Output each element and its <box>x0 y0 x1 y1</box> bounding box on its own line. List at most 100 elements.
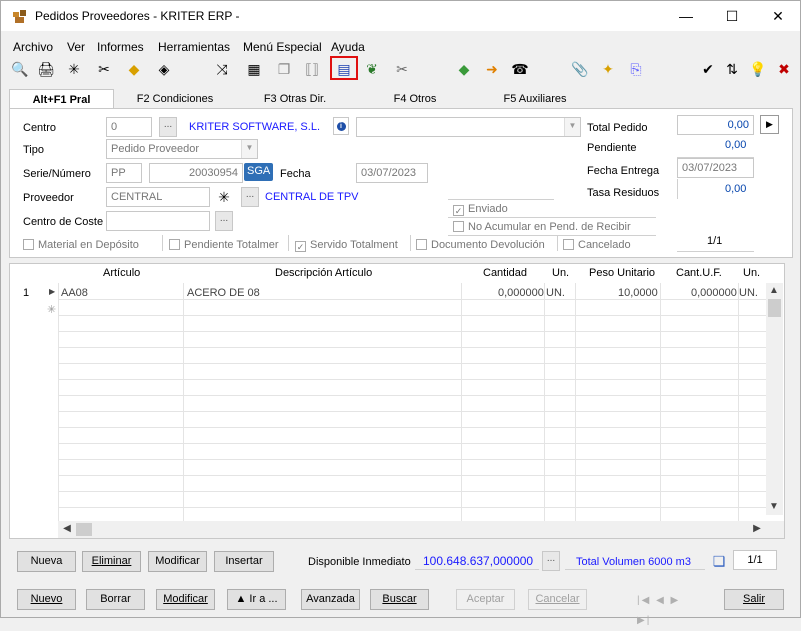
attachment-icon[interactable]: ⎘ <box>627 60 645 78</box>
horizontal-scroll-thumb[interactable] <box>76 523 92 536</box>
material-deposito-checkbox[interactable]: Material en Depósito <box>23 239 139 251</box>
cell-un[interactable]: UN. <box>546 287 565 299</box>
scroll-up-icon[interactable]: ▲ <box>767 285 781 296</box>
menu-ver[interactable]: Ver <box>67 40 85 54</box>
print-icon[interactable]: 🖨 <box>37 60 55 78</box>
maximize-button[interactable]: ☐ <box>709 1 755 31</box>
stars-icon[interactable]: ✦ <box>599 60 617 78</box>
menu-herramientas[interactable]: Herramientas <box>158 40 230 54</box>
no-acumular-checkbox[interactable]: No Acumular en Pend. de Recibir <box>453 221 631 233</box>
nuevo-button[interactable]: Nuevo <box>17 589 76 610</box>
phone-icon[interactable]: ☎ <box>511 60 529 78</box>
warning-diamond-icon[interactable]: ◆ <box>125 60 143 78</box>
order-lines-grid[interactable] <box>9 263 785 539</box>
menu-ayuda[interactable]: Ayuda <box>331 40 365 54</box>
col-header-articulo[interactable]: Artículo <box>103 267 140 279</box>
cell-cantidad[interactable]: 0,000000 <box>498 287 544 299</box>
leaf-icon[interactable]: ❦ <box>363 60 381 78</box>
nueva-linea-button[interactable]: Nueva <box>17 551 76 572</box>
tipo-select[interactable]: Pedido Proveedor <box>106 139 258 159</box>
eliminar-linea-button[interactable]: Eliminar <box>82 551 141 572</box>
arrow-right-icon[interactable]: ➜ <box>483 60 501 78</box>
sort-icon[interactable]: ⇅ <box>723 60 741 78</box>
serie-field[interactable]: PP <box>106 163 142 183</box>
cancelado-checkbox[interactable]: Cancelado <box>563 239 631 251</box>
tab-otras-dir[interactable]: F3 Otras Dir. <box>235 89 355 109</box>
checkmark-icon[interactable]: ✔ <box>699 60 717 78</box>
asterisk-search-icon[interactable]: ✳ <box>215 188 233 206</box>
tag-icon[interactable]: ◈ <box>155 60 173 78</box>
menu-informes[interactable]: Informes <box>97 40 144 54</box>
col-header-un[interactable]: Un. <box>552 267 569 279</box>
servido-totalment-checkbox[interactable]: ✓ Servido Totalment <box>295 239 398 252</box>
proveedor-field[interactable]: CENTRAL <box>106 187 210 207</box>
close-button[interactable]: ✕ <box>755 1 801 31</box>
col-header-peso[interactable]: Peso Unitario <box>589 267 655 279</box>
fecha-field[interactable]: 03/07/2023 <box>356 163 428 183</box>
pendiente-totalmer-checkbox[interactable]: Pendiente Totalmer <box>169 239 279 251</box>
paperclip-icon[interactable]: 📎 <box>571 60 589 78</box>
cancelar-button[interactable]: Cancelar <box>528 589 587 610</box>
col-header-un2[interactable]: Un. <box>743 267 760 279</box>
ir-a-button[interactable]: ▲ Ir a ... <box>227 589 286 610</box>
enviado-checkbox[interactable]: ✓ Enviado <box>453 203 508 216</box>
scroll-left-icon[interactable]: ◀ <box>60 523 74 534</box>
stack-pages-icon[interactable]: ❏ <box>710 552 728 570</box>
gem-icon[interactable]: ◆ <box>455 60 473 78</box>
menu-archivo[interactable]: Archivo <box>13 40 53 54</box>
aceptar-button[interactable]: Aceptar <box>456 589 515 610</box>
tab-auxiliares[interactable]: F5 Auxiliares <box>475 89 595 109</box>
insertar-linea-button[interactable]: Insertar <box>214 551 274 572</box>
col-header-descripcion[interactable]: Descripción Artículo <box>275 267 372 279</box>
modificar-button[interactable]: Modificar <box>156 589 215 610</box>
cell-un2[interactable]: UN. <box>739 287 758 299</box>
record-navigation[interactable]: |◀ ◀ ▶ ▶| <box>637 591 695 626</box>
sga-badge[interactable]: SGA <box>244 163 274 181</box>
disponible-lookup-button[interactable]: ... <box>542 551 560 571</box>
scissors-icon[interactable]: ✂ <box>393 60 411 78</box>
cell-articulo[interactable]: AA08 <box>61 287 88 299</box>
centro-combo[interactable] <box>356 117 581 137</box>
tab-otros[interactable]: F4 Otros <box>355 89 475 109</box>
scroll-down-icon[interactable]: ▼ <box>767 501 781 512</box>
centro-field[interactable]: 0 <box>106 117 152 137</box>
chevron-down-icon[interactable]: ▼ <box>564 118 580 136</box>
total-details-button[interactable]: ▶ <box>760 115 779 134</box>
calculator-icon[interactable]: ▦ <box>245 60 263 78</box>
info-button[interactable]: i <box>333 117 349 135</box>
tab-condiciones[interactable]: F2 Condiciones <box>115 89 235 109</box>
minimize-button[interactable]: — <box>663 1 709 31</box>
scroll-right-icon[interactable]: ▶ <box>750 523 764 534</box>
centro-coste-field[interactable] <box>106 211 210 231</box>
horizontal-scrollbar[interactable]: ◀ ▶ <box>58 521 784 538</box>
fecha-entrega-field[interactable]: 03/07/2023 <box>677 158 754 178</box>
col-header-cantidad[interactable]: Cantidad <box>483 267 527 279</box>
centro-lookup-button[interactable]: ... <box>159 117 177 137</box>
vertical-scrollbar[interactable]: ▲ ▼ <box>766 283 783 515</box>
print-preview-icon[interactable]: 🔍 <box>11 60 29 78</box>
col-header-cant-uf[interactable]: Cant.U.F. <box>676 267 722 279</box>
lightbulb-icon[interactable]: 💡 <box>749 60 767 78</box>
salir-button[interactable]: Salir <box>724 589 784 610</box>
avanzada-button[interactable]: Avanzada <box>301 589 360 610</box>
asterisk-icon[interactable]: ✳ <box>65 60 83 78</box>
menu-especial[interactable]: Menú Especial <box>243 40 322 54</box>
copy-icon[interactable]: ❐ <box>275 60 293 78</box>
tipo-chevron-down-icon[interactable]: ▼ <box>241 140 257 158</box>
cell-descripcion[interactable]: ACERO DE 08 <box>187 287 260 299</box>
tab-principal[interactable]: Alt+F1 Pral <box>9 89 114 110</box>
exit-icon[interactable]: ✖ <box>775 60 793 78</box>
centro-coste-lookup-button[interactable]: ... <box>215 211 233 231</box>
cell-peso[interactable]: 10,0000 <box>618 287 658 299</box>
proveedor-lookup-button[interactable]: ... <box>241 187 259 207</box>
borrar-button[interactable]: Borrar <box>86 589 145 610</box>
buscar-button[interactable]: Buscar <box>370 589 429 610</box>
cell-cant-uf[interactable]: 0,000000 <box>691 287 737 299</box>
modificar-linea-button[interactable]: Modificar <box>148 551 207 572</box>
numero-field[interactable]: 20030954 <box>149 163 243 183</box>
documento-devolucion-checkbox[interactable]: Documento Devolución <box>416 239 545 251</box>
shuffle-icon[interactable]: ⤨ <box>213 60 231 78</box>
brackets-icon[interactable]: ⟦⟧ <box>303 60 321 78</box>
vertical-scroll-thumb[interactable] <box>768 299 781 317</box>
tools-icon[interactable]: ✂ <box>95 60 113 78</box>
